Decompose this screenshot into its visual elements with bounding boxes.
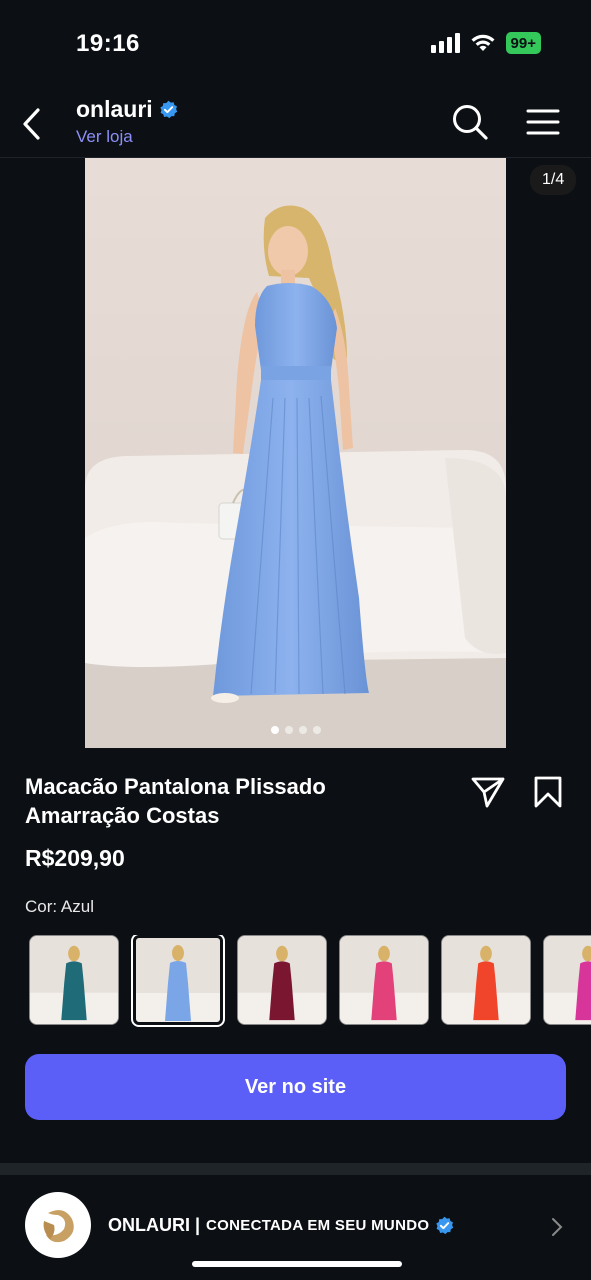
carousel-dot <box>284 726 293 734</box>
product-title-line1: Macacão Pantalona Plissado <box>25 774 326 799</box>
shop-logo-icon <box>32 1199 84 1251</box>
color-swatch[interactable] <box>237 935 327 1025</box>
share-button[interactable] <box>470 775 506 809</box>
product-photo <box>85 158 506 748</box>
color-swatch-list <box>29 935 591 1029</box>
swatch-photo <box>30 936 118 1024</box>
product-title-line2: Amarração Costas <box>25 803 220 828</box>
store-link[interactable]: Ver loja <box>76 127 178 147</box>
wifi-icon <box>471 34 495 51</box>
shop-name-text: ONLAURI | <box>108 1215 201 1235</box>
swatch-photo <box>238 936 326 1024</box>
shop-avatar[interactable] <box>25 1192 91 1258</box>
product-title: Macacão Pantalona Plissado Amarração Cos… <box>25 772 435 830</box>
hamburger-menu-icon <box>526 109 560 135</box>
swatch-photo <box>340 936 428 1024</box>
carousel-dot <box>270 726 279 734</box>
chevron-right-icon[interactable] <box>550 1217 564 1237</box>
swatch-photo <box>442 936 530 1024</box>
view-on-site-button[interactable]: Ver no site <box>25 1054 566 1120</box>
color-label: Cor: Azul <box>25 897 94 916</box>
search-icon <box>453 105 488 140</box>
image-counter: 1/4 <box>530 165 577 195</box>
product-image-carousel[interactable] <box>85 158 506 748</box>
back-button[interactable] <box>14 104 48 144</box>
status-bar: 19:16 99+ <box>0 0 591 88</box>
save-button[interactable] <box>533 775 563 809</box>
color-swatch[interactable] <box>29 935 119 1025</box>
color-swatch[interactable] <box>543 935 591 1025</box>
verified-badge-icon <box>436 1216 454 1235</box>
shop-tagline: CONECTADA EM SEU MUNDO <box>206 1217 430 1234</box>
search-button[interactable] <box>450 102 490 142</box>
shop-name[interactable]: ONLAURI | CONECTADA EM SEU MUNDO <box>108 1215 454 1236</box>
swatch-photo <box>544 936 591 1024</box>
verified-badge-icon <box>160 100 177 119</box>
carousel-dot <box>312 726 321 734</box>
status-icons: 99+ <box>430 32 541 54</box>
menu-button[interactable] <box>524 104 562 140</box>
account-info[interactable]: onlauri Ver loja <box>76 96 178 147</box>
battery-indicator: 99+ <box>505 32 541 54</box>
chevron-left-icon <box>23 108 40 140</box>
carousel-dot <box>298 726 307 734</box>
bookmark-icon <box>534 776 562 808</box>
signal-icon <box>430 33 460 53</box>
header: onlauri Ver loja <box>0 88 591 158</box>
status-time: 19:16 <box>76 30 140 57</box>
home-indicator <box>192 1261 402 1267</box>
section-divider <box>0 1163 591 1175</box>
send-icon <box>471 777 505 808</box>
color-swatch[interactable] <box>131 935 225 1027</box>
swatch-photo <box>133 935 223 1025</box>
product-price: R$209,90 <box>25 845 125 871</box>
color-swatch[interactable] <box>441 935 531 1025</box>
color-swatch[interactable] <box>339 935 429 1025</box>
carousel-dots <box>85 726 506 734</box>
account-name[interactable]: onlauri <box>76 96 153 123</box>
